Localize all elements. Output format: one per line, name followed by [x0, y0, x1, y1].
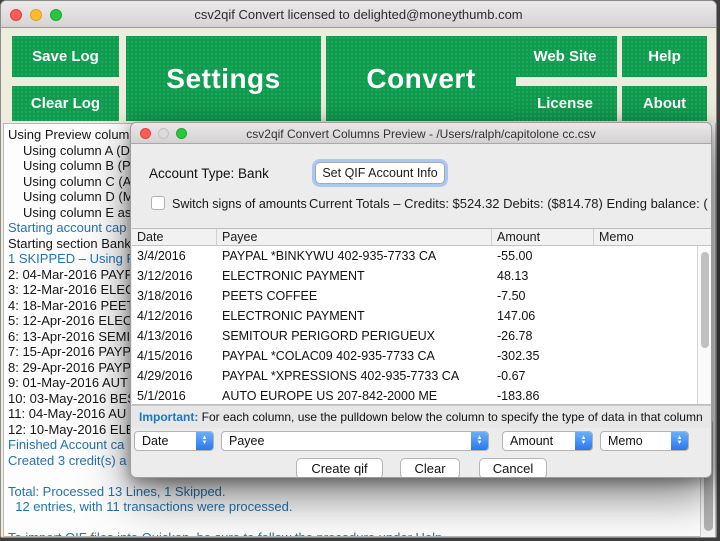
cell-date: 4/13/2016	[137, 329, 193, 343]
cell-amount: 48.13	[497, 269, 529, 283]
dialog-titlebar: csv2qif Convert Columns Preview - /Users…	[131, 123, 711, 144]
set-qif-account-info-button[interactable]: Set QIF Account Info	[315, 162, 445, 184]
log-line: Total: Processed 13 Lines, 1 Skipped.	[8, 483, 226, 499]
log-line: To import QIF files into Quicken, be sur…	[8, 530, 715, 536]
dropdown-selected-value: Date	[142, 434, 169, 448]
column-type-dropdown[interactable]: Payee ▲ ▼	[221, 431, 489, 451]
table-column-header[interactable]: Payee	[217, 229, 492, 245]
convert-button[interactable]: Convert	[326, 36, 516, 121]
table-column-header[interactable]: Date	[132, 229, 217, 245]
table-header-row: Date Payee Amount Memo	[132, 229, 711, 246]
save-log-button[interactable]: Save Log	[12, 36, 119, 77]
main-window-title: csv2qif Convert licensed to delighted@mo…	[194, 7, 523, 22]
cell-amount: -302.35	[497, 349, 540, 363]
license-button[interactable]: License	[513, 86, 617, 121]
cell-payee: AUTO EUROPE US 207-842-2000 ME	[222, 389, 438, 403]
cell-amount: -7.50	[497, 289, 526, 303]
chevron-up-down-icon: ▲ ▼	[575, 432, 592, 450]
cell-payee: PAYPAL *XPRESSIONS 402-935-7733 CA	[222, 369, 460, 383]
table-scrollbar[interactable]	[697, 246, 711, 404]
cell-amount: 147.06	[497, 309, 536, 323]
table-row[interactable]: 5/1/2016 AUTO EUROPE US 207-842-2000 ME …	[132, 386, 697, 404]
about-button[interactable]: About	[622, 86, 707, 121]
table-row[interactable]: 4/13/2016 SEMITOUR PERIGORD PERIGUEUX -2…	[132, 326, 697, 346]
cell-payee: SEMITOUR PERIGORD PERIGUEUX	[222, 329, 435, 343]
cell-date: 5/1/2016	[137, 389, 186, 403]
switch-signs-checkbox[interactable]	[151, 196, 165, 210]
table-scrollbar-thumb[interactable]	[701, 252, 709, 348]
cell-date: 4/15/2016	[137, 349, 193, 363]
cell-payee: PAYPAL *BINKYWU 402-935-7733 CA	[222, 249, 437, 263]
column-type-dropdown[interactable]: Amount ▲ ▼	[502, 431, 593, 451]
dropdown-selected-value: Memo	[608, 434, 643, 448]
important-note: Important: For each column, use the pull…	[131, 405, 711, 428]
cell-date: 3/18/2016	[137, 289, 193, 303]
cell-date: 3/4/2016	[137, 249, 186, 263]
dropdown-selected-value: Payee	[229, 434, 265, 448]
table-row[interactable]: 3/18/2016 PEETS COFFEE -7.50	[132, 286, 697, 306]
table-row[interactable]: 3/12/2016 ELECTRONIC PAYMENT 48.13	[132, 266, 697, 286]
table-row[interactable]: 4/15/2016 PAYPAL *COLAC09 402-935-7733 C…	[132, 346, 697, 366]
main-titlebar: csv2qif Convert licensed to delighted@mo…	[1, 1, 716, 28]
log-line: 12 entries, with 11 transactions were pr…	[8, 499, 293, 514]
chevron-up-down-icon: ▲ ▼	[196, 432, 213, 450]
table-column-header[interactable]: Memo	[594, 229, 697, 245]
account-type-label: Account Type: Bank	[149, 166, 269, 181]
dialog-title: csv2qif Convert Columns Preview - /Users…	[246, 127, 596, 141]
cell-date: 4/12/2016	[137, 309, 193, 323]
cell-amount: -183.86	[497, 389, 540, 403]
table-body: 3/4/2016 PAYPAL *BINKYWU 402-935-7733 CA…	[132, 246, 697, 404]
current-totals-text: Current Totals – Credits: $524.32 Debits…	[309, 196, 708, 211]
settings-button[interactable]: Settings	[126, 36, 321, 121]
cell-date: 4/29/2016	[137, 369, 193, 383]
dropdown-selected-value: Amount	[510, 434, 554, 448]
web-site-button[interactable]: Web Site	[513, 36, 617, 77]
switch-signs-label: Switch signs of amounts	[172, 197, 307, 211]
column-type-dropdown[interactable]: Memo ▲ ▼	[600, 431, 689, 451]
cell-date: 3/12/2016	[137, 269, 193, 283]
important-label: Important:	[139, 410, 199, 424]
clear-button[interactable]: Clear	[400, 458, 460, 477]
column-type-dropdown[interactable]: Date ▲ ▼	[134, 431, 214, 451]
toolbar: Save Log Clear Log Settings Convert Web …	[1, 28, 716, 123]
important-text: For each column, use the pulldown below …	[198, 410, 703, 424]
create-qif-button[interactable]: Create qif	[296, 458, 383, 477]
table-column-header[interactable]: Amount	[492, 229, 594, 245]
chevron-up-down-icon: ▲ ▼	[471, 432, 488, 450]
table-row[interactable]: 4/29/2016 PAYPAL *XPRESSIONS 402-935-773…	[132, 366, 697, 386]
cell-amount: -55.00	[497, 249, 533, 263]
cell-payee: ELECTRONIC PAYMENT	[222, 269, 365, 283]
help-button[interactable]: Help	[622, 36, 707, 77]
preview-table: Date Payee Amount Memo 3/4/2016 PAYPAL *BIN…	[132, 228, 711, 405]
cancel-button[interactable]: Cancel	[479, 458, 547, 477]
columns-preview-dialog: csv2qif Convert Columns Preview - /Users…	[130, 122, 712, 478]
cell-amount: -0.67	[497, 369, 526, 383]
cell-payee: PEETS COFFEE	[222, 289, 318, 303]
table-row[interactable]: 4/12/2016 ELECTRONIC PAYMENT 147.06	[132, 306, 697, 326]
cell-amount: -26.78	[497, 329, 533, 343]
cell-payee: ELECTRONIC PAYMENT	[222, 309, 365, 323]
cell-payee: PAYPAL *COLAC09 402-935-7733 CA	[222, 349, 435, 363]
table-row[interactable]: 3/4/2016 PAYPAL *BINKYWU 402-935-7733 CA…	[132, 246, 697, 266]
chevron-up-down-icon: ▲ ▼	[671, 432, 688, 450]
clear-log-button[interactable]: Clear Log	[12, 86, 119, 121]
